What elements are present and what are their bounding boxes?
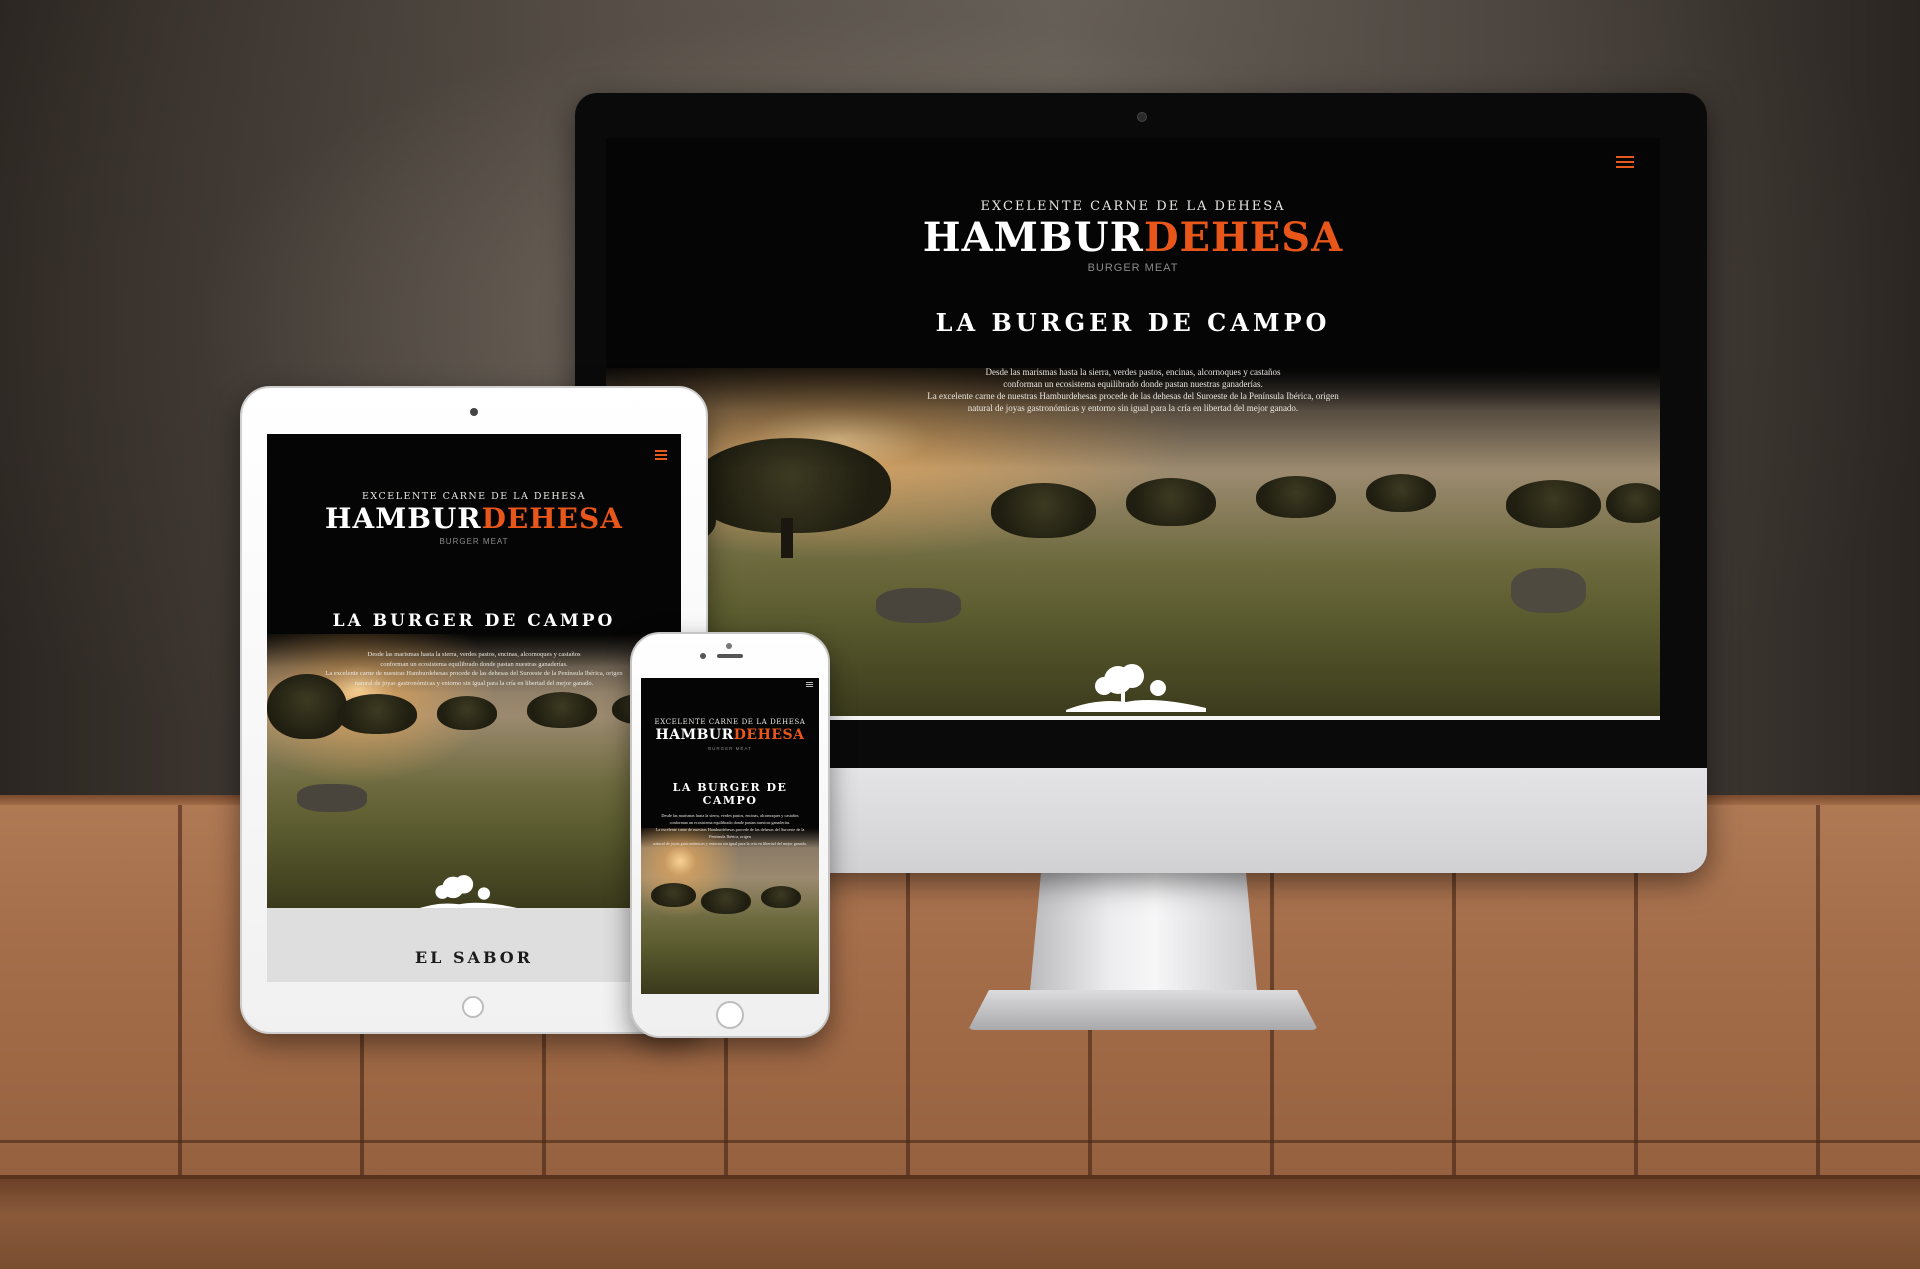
- brand-logo[interactable]: HAMBURDEHESA: [267, 502, 681, 535]
- oak-tree: [1126, 478, 1216, 526]
- tree-silhouette-logo: [413, 875, 521, 912]
- logo-white-part: HAMBUR: [325, 502, 482, 535]
- hero-paragraph: Desde las marismas hasta la sierra, verd…: [606, 366, 1660, 414]
- oak-trunk: [781, 518, 793, 558]
- iphone-camera: [700, 653, 706, 659]
- hero-line: conforman un ecosistema equilibrado dond…: [380, 660, 568, 668]
- imac-foot: [968, 990, 1318, 1030]
- hero-line: La excelente carne de nuestras Hamburdeh…: [927, 391, 1339, 401]
- hero-line: La excelente carne de nuestras Hamburdeh…: [655, 827, 805, 839]
- hero-line: La excelente carne de nuestras Hamburdeh…: [325, 670, 623, 677]
- tablet-website: EXCELENTE CARNE DE LA DEHESA HAMBURDEHES…: [267, 434, 681, 982]
- ipad-home-button: [462, 996, 484, 1018]
- iphone-sensor: [726, 643, 732, 649]
- brand-sublogo: BURGER MEAT: [1087, 262, 1179, 274]
- hero-line: natural de joyas gastronómicas y entorno…: [653, 841, 807, 846]
- hero-headline: LA BURGER DE CAMPO: [935, 308, 1331, 337]
- hero-line: natural de joyas gastronómicas y entorno…: [354, 679, 594, 687]
- hero-headline: LA BURGER DE CAMPO: [332, 611, 616, 631]
- imac-camera: [1137, 112, 1147, 122]
- hero-line: conforman un ecosistema equilibrado dond…: [1003, 379, 1263, 389]
- hamburger-menu-icon[interactable]: [806, 682, 813, 690]
- hero-paragraph: Desde las marismas hasta la sierra, verd…: [649, 812, 811, 847]
- hero-headline: LA BURGER DE CAMPO: [672, 781, 788, 807]
- iphone-speaker: [717, 654, 743, 658]
- hero-line: natural de joyas gastronómicas y entorno…: [967, 403, 1299, 413]
- hamburger-menu-icon[interactable]: [655, 450, 667, 463]
- hero-landscape-photo: [641, 828, 819, 994]
- brand-tagline: EXCELENTE CARNE DE LA DEHESA: [361, 491, 587, 502]
- next-section-title: EL SABOR: [414, 948, 534, 967]
- oak-tree: [337, 694, 417, 734]
- table-front-edge: [0, 1175, 1920, 1269]
- logo-orange-part: DEHESA: [733, 727, 805, 743]
- mobile-website: EXCELENTE CARNE DE LA DEHESA HAMBURDEHES…: [641, 678, 819, 994]
- oak-tree: [1366, 474, 1436, 512]
- hero-paragraph: Desde las marismas hasta la sierra, verd…: [267, 650, 681, 688]
- hero-line: Desde las marismas hasta la sierra, verd…: [985, 367, 1281, 377]
- hamburger-menu-icon[interactable]: [1616, 156, 1634, 171]
- tree-silhouette-logo: [1066, 664, 1206, 712]
- ipad-camera: [470, 408, 478, 416]
- boulder: [1511, 568, 1586, 613]
- brand-sublogo: BURGER MEAT: [439, 537, 509, 546]
- table-plank-seam: [0, 1140, 1920, 1143]
- brand-sublogo: BURGER MEAT: [708, 746, 752, 751]
- logo-orange-part: DEHESA: [1143, 214, 1344, 261]
- hero-line: Desde las marismas hasta la sierra, verd…: [367, 651, 581, 658]
- oak-tree: [1506, 480, 1601, 528]
- oak-tree: [527, 692, 597, 728]
- hero-dark-overlay: [606, 138, 1660, 468]
- hero-line: Desde las marismas hasta la sierra, verd…: [661, 813, 799, 818]
- logo-orange-part: DEHESA: [481, 502, 623, 535]
- oak-tree: [701, 888, 751, 914]
- oak-tree: [1606, 483, 1660, 523]
- oak-tree: [1256, 476, 1336, 518]
- iphone-home-button: [716, 1001, 744, 1029]
- brand-logo[interactable]: HAMBURDEHESA: [641, 727, 819, 743]
- oak-tree: [651, 883, 696, 907]
- next-section: EL SABOR: [267, 908, 681, 982]
- boulder: [297, 784, 367, 812]
- brand-tagline: EXCELENTE CARNE DE LA DEHESA: [980, 199, 1286, 214]
- logo-white-part: HAMBUR: [922, 214, 1144, 261]
- logo-white-part: HAMBUR: [655, 727, 734, 743]
- brand-logo[interactable]: HAMBURDEHESA: [606, 214, 1660, 261]
- hero-line: conforman un ecosistema equilibrado dond…: [669, 820, 791, 825]
- oak-tree: [991, 483, 1096, 538]
- boulder: [876, 588, 961, 623]
- oak-tree: [761, 886, 801, 908]
- oak-tree: [437, 696, 497, 730]
- brand-tagline: EXCELENTE CARNE DE LA DEHESA: [654, 718, 806, 726]
